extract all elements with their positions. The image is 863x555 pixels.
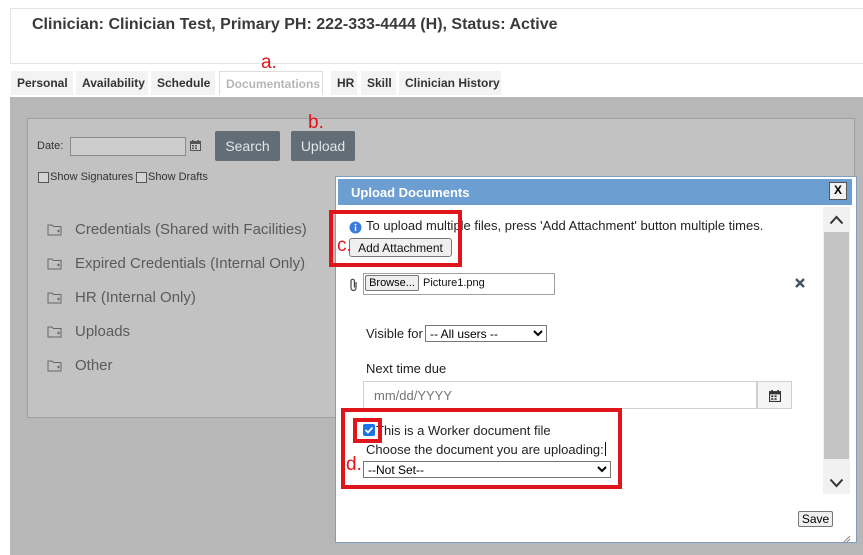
upload-button[interactable]: Upload <box>291 131 355 161</box>
tab-personal[interactable]: Personal <box>11 71 73 95</box>
date-picker-button[interactable] <box>757 381 792 409</box>
resize-handle-icon[interactable] <box>843 530 851 548</box>
scrollbar-thumb[interactable] <box>824 232 849 459</box>
tab-schedule[interactable]: Schedule <box>151 71 215 95</box>
folder-label: Expired Credentials (Internal Only) <box>75 255 306 272</box>
chevron-down-icon[interactable] <box>829 475 844 493</box>
tab-documentations[interactable]: Documentations <box>219 71 323 95</box>
folder-icon <box>47 326 62 337</box>
file-name: Picture1.png <box>423 277 485 289</box>
chevron-up-icon[interactable] <box>829 212 844 230</box>
calendar-icon[interactable] <box>190 138 201 156</box>
show-drafts-checkbox[interactable] <box>136 171 147 183</box>
tab-clinician-history[interactable]: Clinician History <box>399 71 501 95</box>
tab-hr[interactable]: HR <box>331 71 357 95</box>
show-signatures-label: Show Signatures <box>50 171 134 183</box>
annotation-c: c. <box>337 235 352 256</box>
folder-label: HR (Internal Only) <box>75 289 196 306</box>
folder-label: Credentials (Shared with Facilities) <box>75 221 307 238</box>
folder-icon <box>47 258 62 269</box>
save-button[interactable]: Save <box>798 511 833 527</box>
folder-credentials[interactable]: Credentials (Shared with Facilities) <box>47 221 307 238</box>
dialog-title: Upload Documents <box>351 185 470 200</box>
show-drafts-option[interactable]: Show Drafts <box>136 171 208 183</box>
annotation-d: d. <box>346 454 362 475</box>
folder-hr[interactable]: HR (Internal Only) <box>47 289 196 306</box>
paperclip-icon <box>349 278 359 297</box>
folder-uploads[interactable]: Uploads <box>47 323 130 340</box>
page-title: Clinician: Clinician Test, Primary PH: 2… <box>32 16 558 33</box>
folder-expired-credentials[interactable]: Expired Credentials (Internal Only) <box>47 255 305 272</box>
next-time-due-input[interactable] <box>363 381 757 409</box>
date-filter-input[interactable] <box>70 137 186 156</box>
remove-icon[interactable] <box>794 276 806 294</box>
folder-label: Uploads <box>75 323 131 340</box>
folder-icon <box>47 292 62 303</box>
annotation-b: b. <box>308 112 324 133</box>
date-label: Date: <box>37 140 64 152</box>
folder-icon <box>47 224 62 235</box>
visible-for-select[interactable]: -- All users -- <box>425 325 547 342</box>
show-drafts-label: Show Drafts <box>148 171 208 183</box>
show-signatures-option[interactable]: Show Signatures <box>38 171 133 183</box>
close-button[interactable]: X <box>829 182 847 200</box>
folder-icon <box>47 360 62 371</box>
search-button[interactable]: Search <box>215 131 280 161</box>
tab-availability[interactable]: Availability <box>76 71 148 95</box>
annotation-a: a. <box>261 52 277 73</box>
visible-for-label: Visible for <box>366 326 423 341</box>
show-signatures-checkbox[interactable] <box>38 171 49 183</box>
calendar-icon <box>769 390 781 402</box>
highlight-box-d-outer <box>341 408 622 489</box>
tab-skill[interactable]: Skill <box>361 71 396 95</box>
folder-label: Other <box>75 357 113 374</box>
folder-other[interactable]: Other <box>47 357 113 374</box>
browse-button[interactable]: Browse... <box>365 275 419 291</box>
next-time-due-label: Next time due <box>366 361 447 376</box>
highlight-box-d-inner <box>353 418 382 443</box>
